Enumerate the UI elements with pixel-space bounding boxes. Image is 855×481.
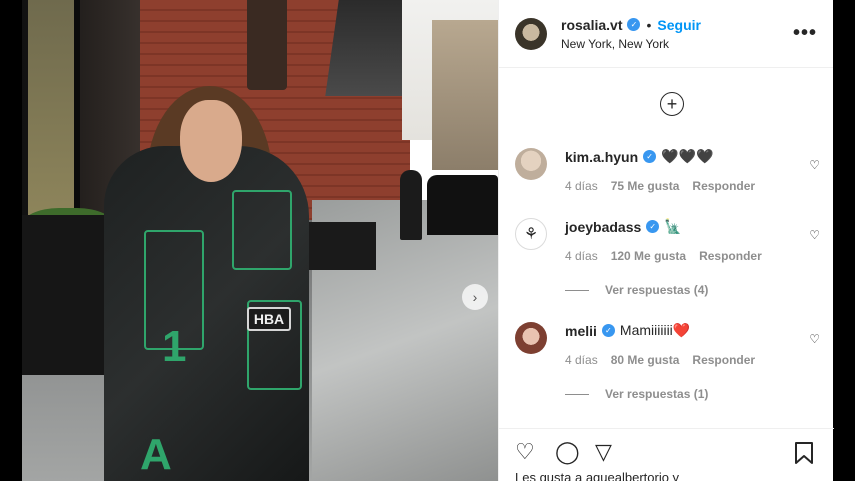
comment-body: kim.a.hyun ✓ 🖤🖤🖤 4 días 75 Me gusta Resp… xyxy=(565,148,805,193)
replies-line xyxy=(565,393,589,395)
jacket-panel xyxy=(232,190,292,270)
photo-face xyxy=(180,100,242,182)
heart-icon[interactable]: ♡ xyxy=(809,158,820,172)
post-username[interactable]: rosalia.vt xyxy=(561,17,622,33)
photo-pedestrian xyxy=(400,170,422,240)
comment-text: 🖤🖤🖤 xyxy=(661,148,714,164)
comment-likes[interactable]: 80 Me gusta xyxy=(611,353,680,367)
photo-tree-planter xyxy=(302,222,376,270)
heart-icon[interactable]: ♡ xyxy=(809,332,820,346)
view-replies-button[interactable]: Ver respuestas (4) xyxy=(565,283,708,297)
comment-text: Mamiiiiiii❤️ xyxy=(619,322,691,338)
separator-dot: • xyxy=(646,16,652,33)
replies-line xyxy=(565,289,589,291)
avatar[interactable] xyxy=(515,322,547,354)
reply-button[interactable]: Responder xyxy=(699,249,762,263)
view-replies-label: Ver respuestas (4) xyxy=(605,283,709,297)
post-modal: HBA 1 A › rosalia.vt ✓ • Seguir New York… xyxy=(22,0,834,481)
reply-button[interactable]: Responder xyxy=(692,353,755,367)
photo-window xyxy=(28,0,80,220)
view-replies-button[interactable]: Ver respuestas (1) xyxy=(565,387,708,401)
view-replies-label: Ver respuestas (1) xyxy=(605,387,709,401)
comment-likes[interactable]: 120 Me gusta xyxy=(611,249,686,263)
photo-buildings xyxy=(432,20,498,170)
comment-age[interactable]: 4 días xyxy=(565,179,598,193)
bookmark-svg xyxy=(795,442,813,464)
jacket-patch: HBA xyxy=(247,307,291,331)
header-text: rosalia.vt ✓ • Seguir New York, New York xyxy=(561,17,793,51)
comment-age[interactable]: 4 días xyxy=(565,353,598,367)
verified-icon: ✓ xyxy=(643,150,657,163)
comment-line: melii ✓ Mamiiiiiii❤️ xyxy=(565,322,805,339)
comment-meta: 4 días 80 Me gusta Responder xyxy=(565,353,805,367)
load-more-comments-icon[interactable]: + xyxy=(660,92,684,116)
more-options-icon[interactable]: ••• xyxy=(793,22,817,45)
comment-username[interactable]: melii xyxy=(565,323,597,339)
post-sidebar: rosalia.vt ✓ • Seguir New York, New York… xyxy=(498,0,834,481)
post-header: rosalia.vt ✓ • Seguir New York, New York… xyxy=(499,0,833,68)
verified-icon: ✓ xyxy=(627,18,641,31)
comment-bubble-icon[interactable]: ◯ xyxy=(555,441,580,463)
photo-car xyxy=(427,175,498,235)
comment-line: kim.a.hyun ✓ 🖤🖤🖤 xyxy=(565,148,805,165)
comment-username[interactable]: joeybadass xyxy=(565,219,641,235)
follow-button[interactable]: Seguir xyxy=(657,17,701,33)
post-location[interactable]: New York, New York xyxy=(561,37,793,51)
comment-text: 🗽 xyxy=(664,218,682,234)
bookmark-icon[interactable] xyxy=(793,441,815,469)
comment-likes[interactable]: 75 Me gusta xyxy=(611,179,680,193)
avatar[interactable] xyxy=(515,148,547,180)
liked-by-text[interactable]: Les gusta a aquealbertorio y xyxy=(515,470,679,481)
photo-planter xyxy=(22,215,114,375)
reply-button[interactable]: Responder xyxy=(692,179,755,193)
jacket-number: 1 xyxy=(162,322,187,371)
comment-age[interactable]: 4 días xyxy=(565,249,598,263)
photo-arch xyxy=(247,0,287,90)
comment-line: joeybadass ✓ 🗽 xyxy=(565,218,805,235)
jacket-letter: A xyxy=(140,430,172,479)
verified-icon: ✓ xyxy=(646,220,660,233)
like-heart-icon[interactable]: ♡ xyxy=(515,441,535,463)
next-photo-button[interactable]: › xyxy=(462,284,488,310)
verified-icon: ✓ xyxy=(601,324,615,337)
post-photo[interactable]: HBA 1 A › xyxy=(22,0,498,481)
avatar[interactable]: ⚘ xyxy=(515,218,547,250)
avatar[interactable] xyxy=(515,17,547,50)
comment-meta: 4 días 120 Me gusta Responder xyxy=(565,249,805,263)
comment-body: melii ✓ Mamiiiiiii❤️ 4 días 80 Me gusta … xyxy=(565,322,805,367)
comment-meta: 4 días 75 Me gusta Responder xyxy=(565,179,805,193)
heart-icon[interactable]: ♡ xyxy=(809,228,820,242)
comment-body: joeybadass ✓ 🗽 4 días 120 Me gusta Respo… xyxy=(565,218,805,263)
share-send-icon[interactable]: ▽ xyxy=(595,441,612,463)
comment-username[interactable]: kim.a.hyun xyxy=(565,149,638,165)
header-user-row: rosalia.vt ✓ • Seguir xyxy=(561,17,793,33)
